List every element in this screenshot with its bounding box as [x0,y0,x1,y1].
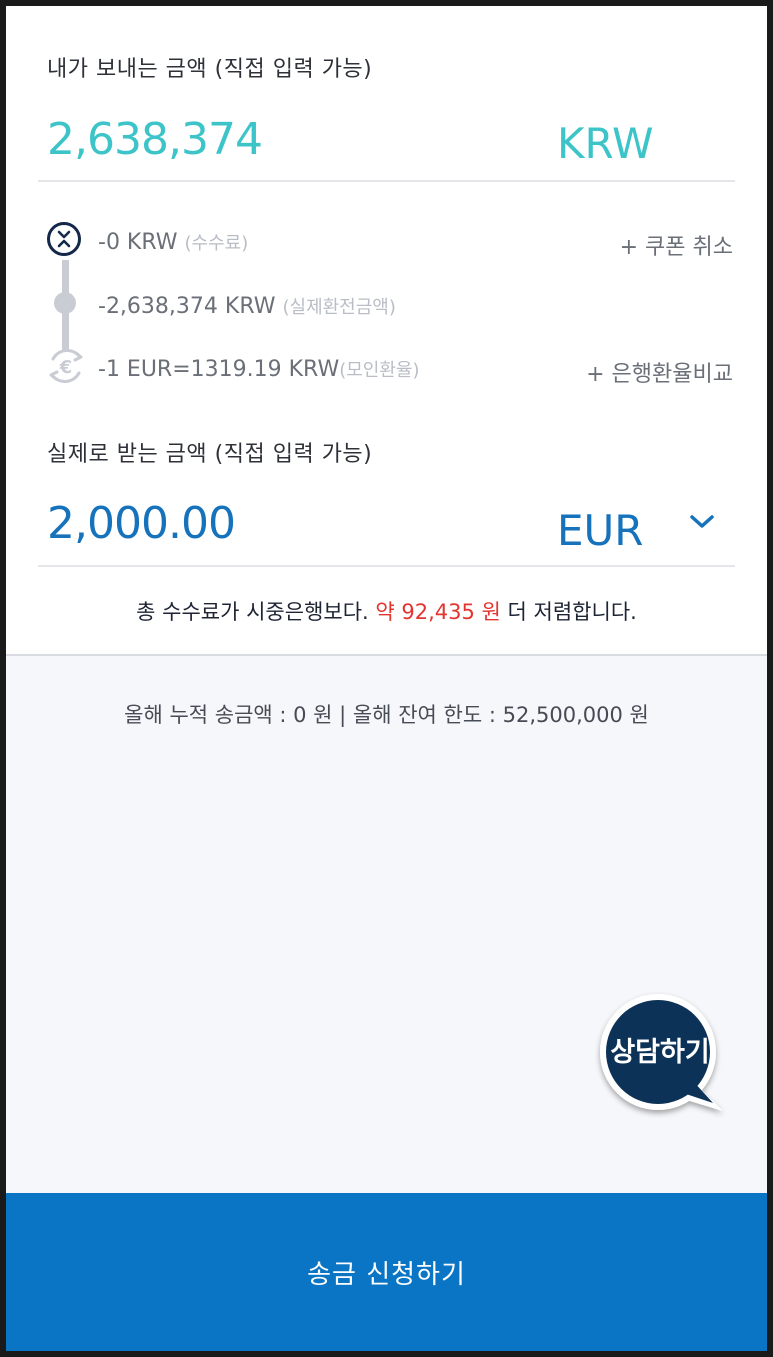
send-amount-input[interactable]: 2,638,374 [47,114,263,165]
amount-panel: 내가 보내는 금액 (직접 입력 가능) 2,638,374 KRW -0 KR… [6,6,767,656]
receive-amount-label: 실제로 받는 금액 (직접 입력 가능) [47,442,373,467]
saving-highlight: 약 92,435 원 [375,600,501,624]
exchange-amount-note: (실제환전금액) [282,297,396,318]
flow-dot [54,292,76,314]
submit-remittance-button[interactable]: 송금 신청하기 [6,1193,767,1351]
receive-divider [38,565,735,567]
euro-icon: € [45,345,87,387]
send-amount-label: 내가 보내는 금액 (직접 입력 가능) [47,57,373,82]
send-divider [38,180,735,182]
rate-note: (모인환율) [339,360,420,381]
bank-rate-compare-link[interactable]: + 은행환율비교 [586,356,733,388]
receive-currency-select[interactable]: EUR [557,506,643,555]
receive-amount-input[interactable]: 2,000.00 [47,498,236,549]
exchange-amount-row: -2,638,374 KRW (실제환전금액) [98,293,396,319]
svg-text:€: € [59,357,73,378]
saving-suffix: 더 저렴합니다. [500,600,637,624]
consult-button[interactable]: 상담하기 [595,1030,725,1069]
rate-amount: -1 EUR=1319.19 KRW [98,357,340,382]
send-currency: KRW [557,119,654,168]
chevron-down-icon[interactable] [686,511,718,533]
fee-row: -0 KRW (수수료) [98,229,248,255]
rate-row: -1 EUR=1319.19 KRW(모인환율) [98,356,420,382]
swap-icon [47,222,81,256]
fee-note: (수수료) [184,233,249,254]
saving-prefix: 총 수수료가 시중은행보다. [136,600,376,624]
fee-amount: -0 KRW [98,230,178,255]
remittance-screen: 내가 보내는 금액 (직접 입력 가능) 2,638,374 KRW -0 KR… [6,6,767,1351]
coupon-cancel-link[interactable]: + 쿠폰 취소 [620,229,733,261]
exchange-amount: -2,638,374 KRW [98,294,276,319]
saving-message: 총 수수료가 시중은행보다. 약 92,435 원 더 저렴합니다. [6,596,767,626]
annual-limit-text: 올해 누적 송금액 : 0 원 | 올해 잔여 한도 : 52,500,000 … [124,703,649,727]
